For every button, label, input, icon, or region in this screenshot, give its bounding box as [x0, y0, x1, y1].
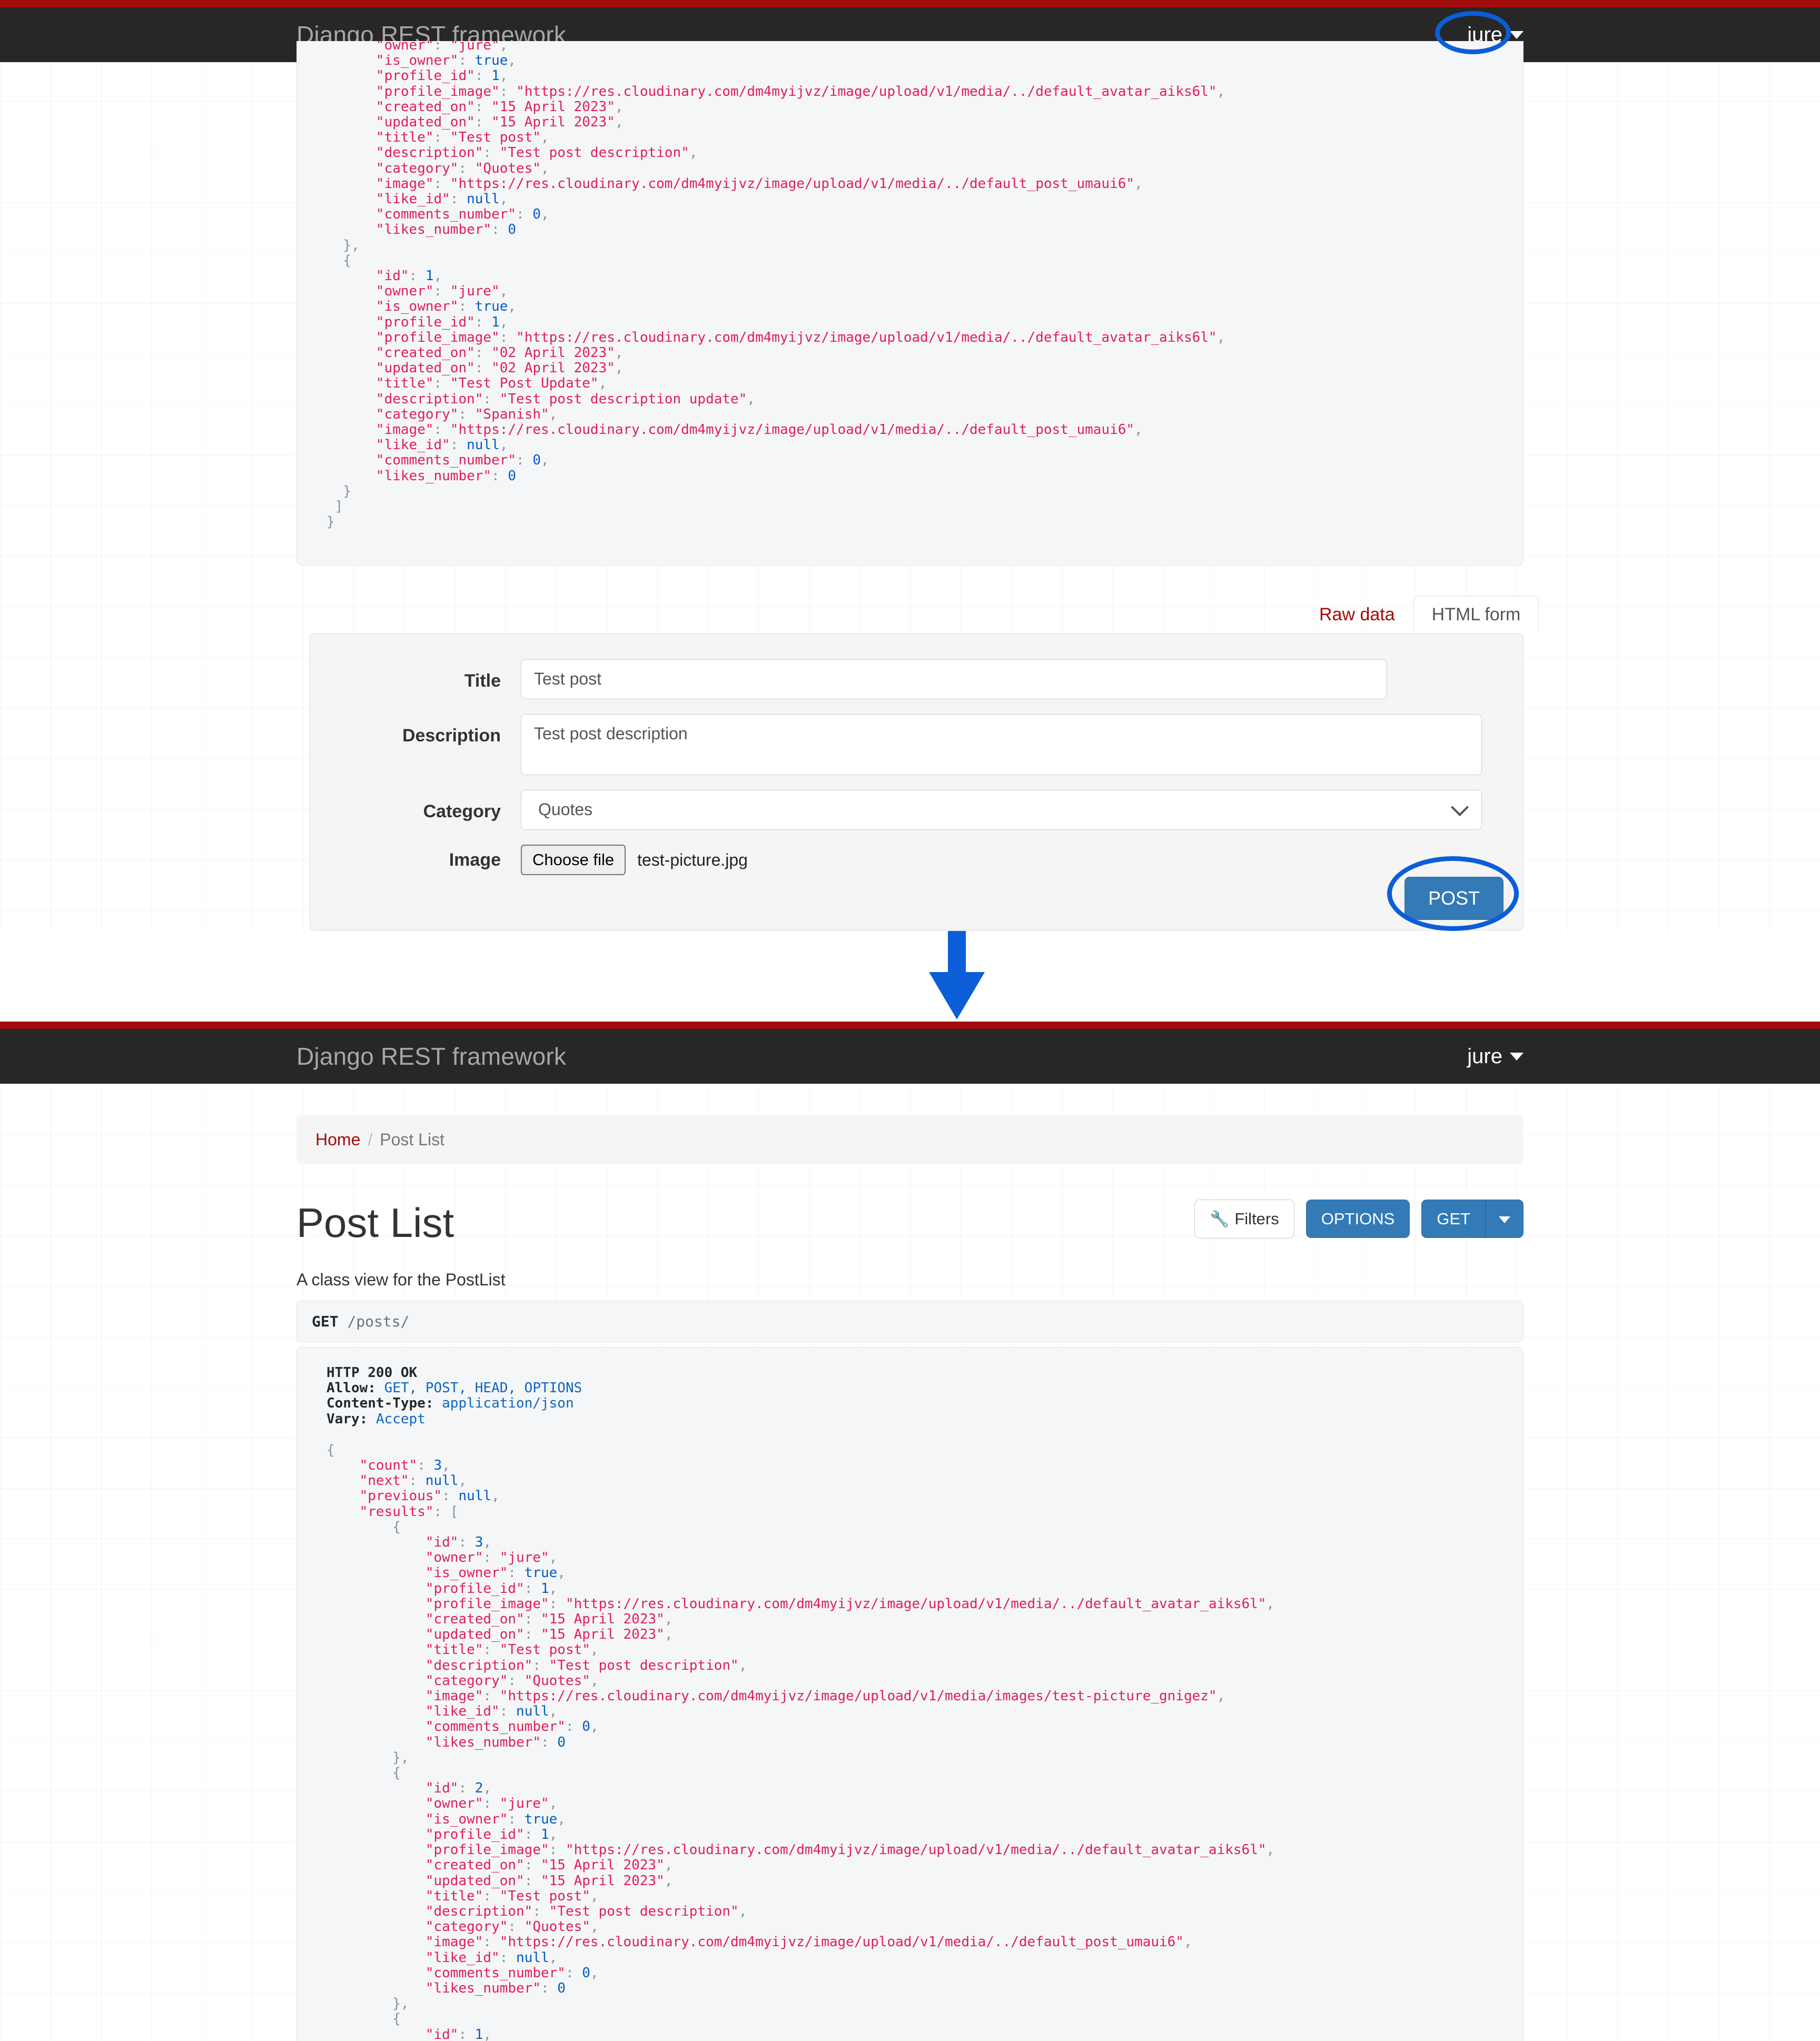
description-label: Description [402, 726, 501, 746]
response-header-vary-value: Accept [375, 1411, 426, 1427]
bottom-screenshot: Django REST framework jure Home / Post Lis… [0, 1022, 1820, 2041]
request-method: GET [312, 1313, 339, 1330]
response-headers-text: HTTP 200 OK Allow: GET, POST, HEAD, OPTI… [297, 1348, 1523, 1427]
image-label: Image [449, 850, 501, 870]
tab-raw-data[interactable]: Raw data [1301, 596, 1413, 633]
form-row-category: Category Quotes [310, 790, 1523, 830]
form-row-image: Image Choose file test-picture.jpg [310, 845, 1523, 875]
form-row-title: Title Test post [310, 659, 1523, 699]
bottom-red-bar [0, 1022, 1820, 1029]
breadcrumb: Home / Post List [296, 1115, 1524, 1164]
category-select[interactable]: Quotes [521, 790, 1482, 830]
response-tabs: Raw data HTML form [1301, 596, 1539, 633]
breadcrumb-current: Post List [380, 1130, 444, 1149]
response-header-content-type-value: application/json [442, 1395, 574, 1412]
tab-html-form[interactable]: HTML form [1413, 596, 1539, 633]
html-form-panel: Title Test post Description Test post de… [310, 633, 1524, 930]
request-bar-wrap: GET /posts/ [296, 1301, 1524, 1342]
response-header-allow-value: GET, POST, HEAD, OPTIONS [384, 1380, 582, 1396]
raw-json-text: "owner": "jure", "is_owner": true, "prof… [327, 41, 1225, 530]
title-label: Title [464, 671, 501, 691]
page-description: A class view for the PostList [296, 1270, 506, 1289]
breadcrumb-separator: / [368, 1130, 373, 1149]
caret-down-icon [1510, 31, 1524, 39]
bottom-navbar: Django REST framework jure [0, 1029, 1820, 1084]
response-header-allow-name: Allow: [327, 1380, 376, 1396]
brand-title: Django REST framework [296, 1043, 567, 1070]
user-dropdown-label: jure [1467, 1044, 1502, 1068]
title-input[interactable]: Test post [521, 659, 1387, 699]
selected-file-name: test-picture.jpg [637, 850, 748, 869]
category-label: Category [423, 801, 501, 821]
response-header-content-type-name: Content-Type: [327, 1395, 434, 1412]
page-title: Post List [296, 1200, 454, 1246]
post-button[interactable]: POST [1404, 877, 1504, 920]
response-json-text: { "count": 3, "next": null, "previous": … [327, 1442, 1275, 2041]
caret-down-icon [1510, 1052, 1524, 1061]
form-row-description: Description Test post description [310, 714, 1523, 775]
choose-file-button[interactable]: Choose file [521, 845, 626, 875]
request-path: /posts/ [347, 1313, 410, 1330]
response-header-vary-name: Vary: [327, 1411, 368, 1427]
breadcrumb-home-link[interactable]: Home [315, 1130, 360, 1149]
user-dropdown[interactable]: jure [1467, 1045, 1524, 1068]
top-red-bar [0, 0, 1820, 7]
response-status: HTTP 200 OK [327, 1365, 418, 1381]
description-textarea[interactable]: Test post description [521, 714, 1482, 775]
top-screenshot: Django REST framework jure "owner": "jur… [0, 0, 1820, 933]
response-panel: HTTP 200 OK Allow: GET, POST, HEAD, OPTI… [296, 1347, 1524, 2041]
annotation-down-arrow [929, 931, 985, 1019]
raw-json-panel: "owner": "jure", "is_owner": true, "prof… [296, 41, 1524, 566]
request-bar: GET /posts/ [296, 1301, 1524, 1342]
